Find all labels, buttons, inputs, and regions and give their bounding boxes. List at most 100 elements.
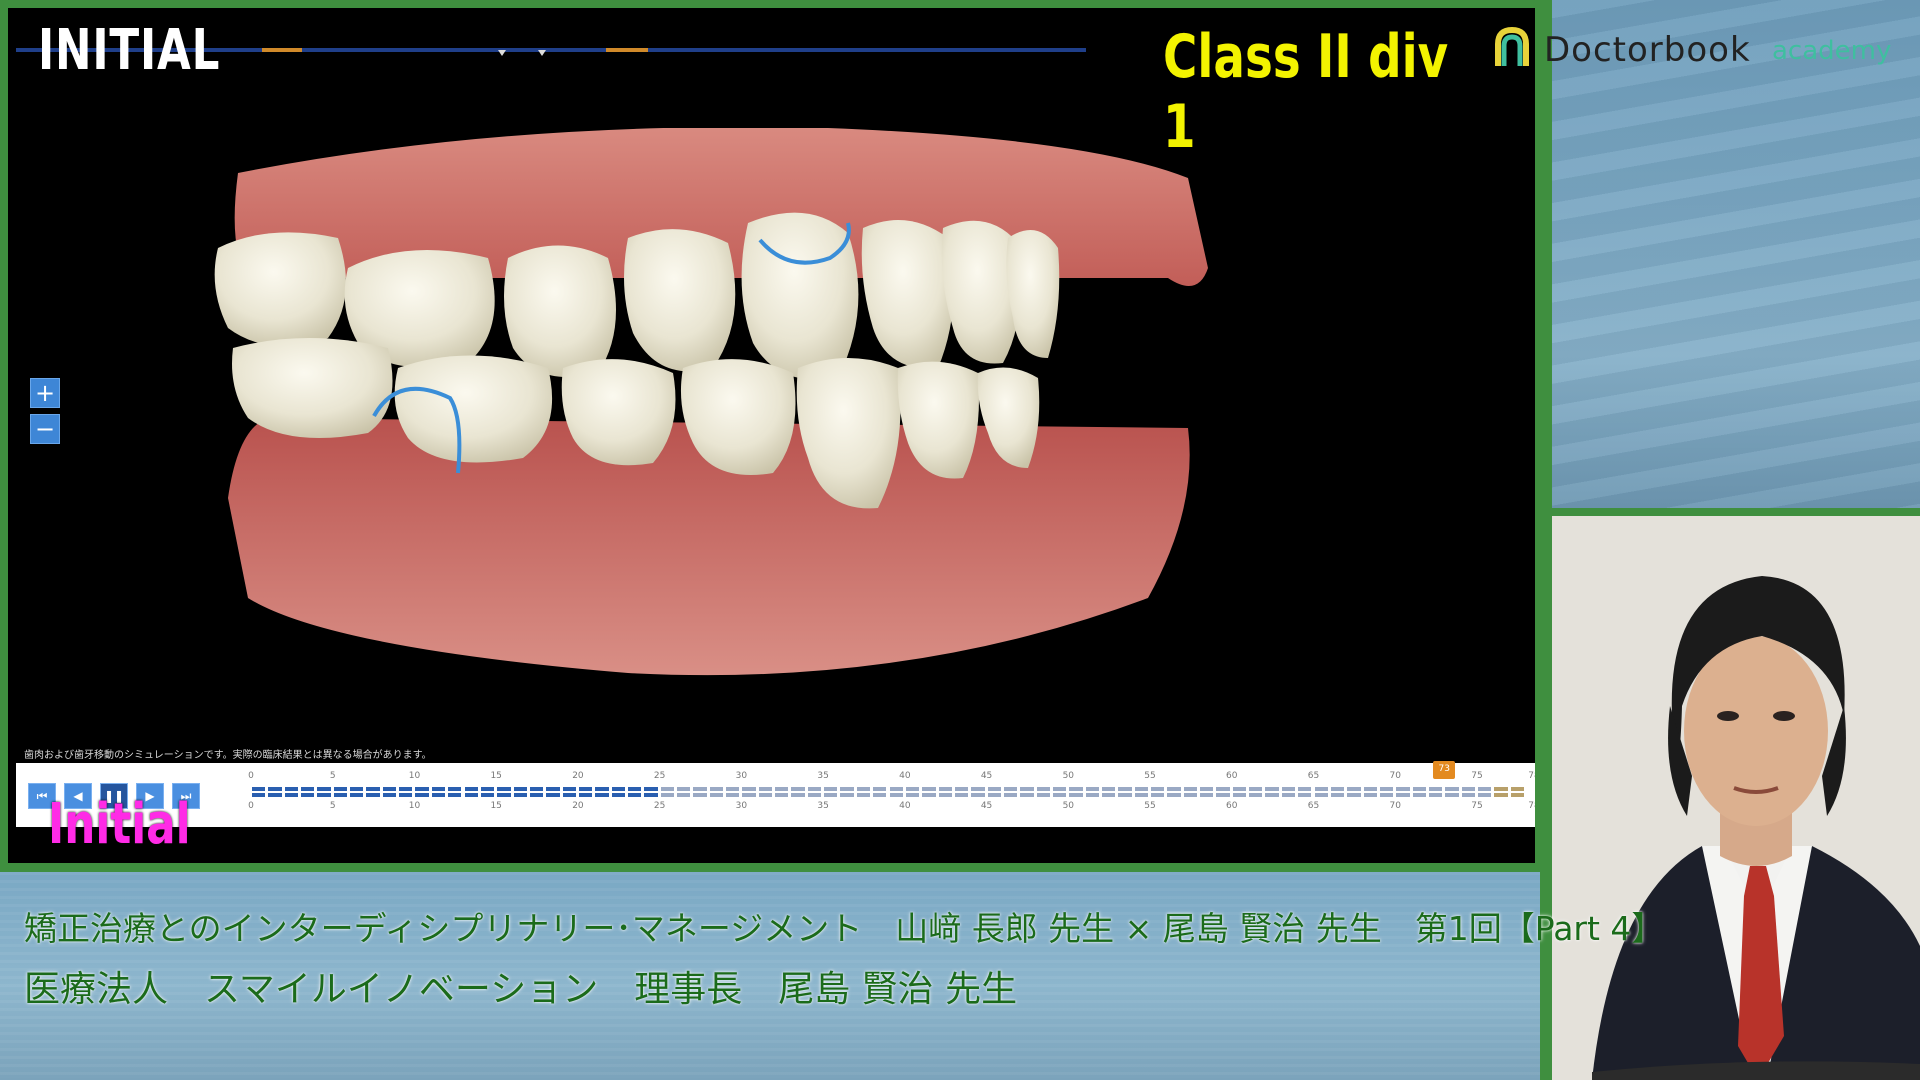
timeline-step[interactable] [1052, 787, 1067, 791]
timeline-step[interactable] [1167, 793, 1181, 797]
timeline-step[interactable] [513, 787, 527, 791]
timeline-step[interactable] [1200, 787, 1214, 791]
timeline-step[interactable] [252, 787, 266, 791]
timeline-step[interactable] [1216, 787, 1230, 791]
timeline-step[interactable] [1494, 793, 1508, 797]
timeline-step[interactable] [301, 793, 315, 797]
timeline-step[interactable] [856, 787, 871, 791]
timeline-step[interactable] [1314, 793, 1328, 797]
timeline-step[interactable] [873, 787, 887, 791]
timeline-step[interactable] [905, 787, 920, 791]
timeline-step[interactable] [399, 787, 413, 791]
timeline-step[interactable] [497, 787, 511, 791]
timeline-step[interactable] [431, 787, 446, 791]
timeline-step[interactable] [660, 787, 674, 791]
timeline-step[interactable] [1396, 793, 1410, 797]
timeline-step[interactable] [317, 793, 331, 797]
timeline-step[interactable] [922, 793, 936, 797]
timeline-step[interactable] [1200, 793, 1214, 797]
timeline-step[interactable] [1347, 787, 1361, 791]
timeline-step[interactable] [464, 793, 478, 797]
timeline-step[interactable] [1281, 793, 1296, 797]
timeline-step[interactable] [415, 793, 429, 797]
timeline-step[interactable] [709, 793, 724, 797]
upper-arch-steps[interactable] [251, 787, 1526, 791]
timeline-step[interactable] [1461, 793, 1475, 797]
timeline-step[interactable] [644, 793, 658, 797]
timeline-step[interactable] [971, 793, 985, 797]
timeline-step[interactable] [938, 793, 952, 797]
timeline-step[interactable] [1314, 787, 1328, 791]
timeline-step[interactable] [317, 787, 331, 791]
timeline-step[interactable] [824, 793, 838, 797]
timeline-step[interactable] [889, 787, 903, 791]
timeline-step[interactable] [1281, 787, 1296, 791]
zoom-out-button[interactable]: − [30, 414, 60, 444]
timeline-step[interactable] [1134, 793, 1149, 797]
timeline-step[interactable] [1347, 793, 1361, 797]
timeline-step[interactable] [562, 787, 576, 791]
timeline-step[interactable] [677, 793, 691, 797]
timeline-step[interactable] [1494, 787, 1508, 791]
timeline-step[interactable] [807, 793, 822, 797]
timeline-step[interactable] [350, 793, 364, 797]
timeline-step[interactable] [1330, 793, 1345, 797]
timeline-step[interactable] [480, 793, 495, 797]
timeline-step[interactable] [350, 787, 364, 791]
timeline-step[interactable] [284, 787, 299, 791]
timeline-step[interactable] [333, 787, 348, 791]
timeline-step[interactable] [677, 787, 691, 791]
timeline-step[interactable] [1412, 787, 1426, 791]
timeline-step[interactable] [1396, 787, 1410, 791]
timeline-step[interactable] [480, 787, 495, 791]
timeline-step[interactable] [627, 793, 642, 797]
timeline-step[interactable] [1363, 787, 1377, 791]
timeline-step[interactable] [595, 787, 609, 791]
timeline-step[interactable] [775, 793, 789, 797]
timeline-step[interactable] [824, 787, 838, 791]
timeline-step[interactable] [1232, 787, 1247, 791]
timeline-step[interactable] [1379, 793, 1394, 797]
timeline-step[interactable] [284, 793, 299, 797]
timeline-step[interactable] [1379, 787, 1394, 791]
timeline-step[interactable] [775, 787, 789, 791]
timeline-step[interactable] [1428, 787, 1443, 791]
timeline-step[interactable] [987, 793, 1001, 797]
timeline-step[interactable] [1510, 787, 1524, 791]
timeline-step[interactable] [1069, 793, 1083, 797]
timeline-step[interactable] [1183, 787, 1198, 791]
timeline-step[interactable] [726, 787, 740, 791]
timeline-step[interactable] [742, 787, 756, 791]
playback-timeline[interactable]: ⏮ ◀ ❚❚ ▶ ⏭ 73 78 78 00551010151520202525… [16, 761, 1535, 827]
timeline-step[interactable] [1118, 793, 1132, 797]
timeline-step[interactable] [922, 787, 936, 791]
timeline-step[interactable] [448, 793, 462, 797]
timeline-step[interactable] [1232, 793, 1247, 797]
timeline-step[interactable] [1134, 787, 1149, 791]
timeline-step[interactable] [742, 793, 756, 797]
timeline-step[interactable] [1461, 787, 1475, 791]
timeline-step[interactable] [562, 793, 576, 797]
timeline-step[interactable] [693, 787, 707, 791]
dental-model-image[interactable] [208, 128, 1268, 708]
timeline-step[interactable] [889, 793, 903, 797]
timeline-step[interactable] [513, 793, 527, 797]
timeline-step[interactable] [399, 793, 413, 797]
timeline-step[interactable] [971, 787, 985, 791]
timeline-step[interactable] [301, 787, 315, 791]
timeline-step[interactable] [1020, 793, 1034, 797]
timeline-step[interactable] [546, 787, 560, 791]
timeline-step[interactable] [578, 793, 593, 797]
timeline-step[interactable] [627, 787, 642, 791]
timeline-step[interactable] [448, 787, 462, 791]
timeline-step[interactable] [726, 793, 740, 797]
timeline-step[interactable] [856, 793, 871, 797]
timeline-step[interactable] [529, 793, 544, 797]
lower-arch-steps[interactable] [251, 793, 1526, 797]
timeline-step[interactable] [333, 793, 348, 797]
timeline-step[interactable] [905, 793, 920, 797]
timeline-step[interactable] [1477, 787, 1492, 791]
timeline-step[interactable] [644, 787, 658, 791]
current-frame-badge[interactable]: 73 [1433, 761, 1456, 779]
timeline-step[interactable] [1003, 787, 1018, 791]
